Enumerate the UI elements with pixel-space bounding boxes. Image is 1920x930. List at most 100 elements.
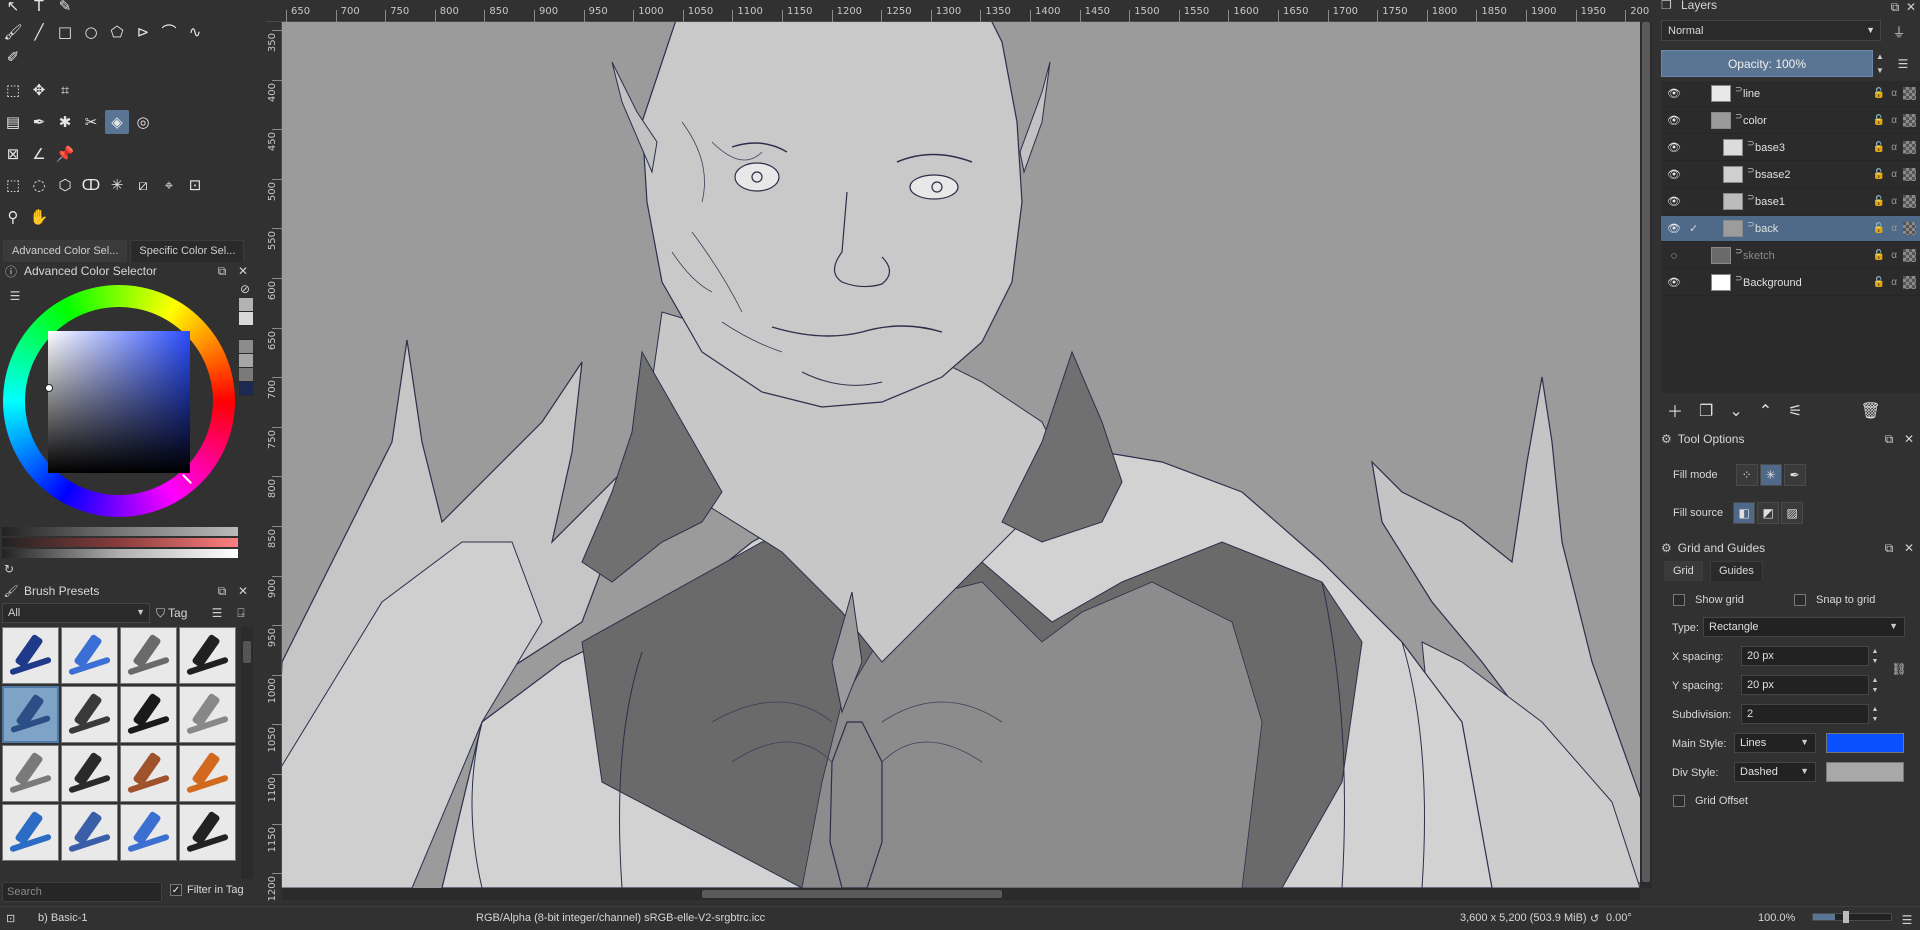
color-swatch[interactable] bbox=[239, 326, 253, 340]
eye-icon[interactable]: 👁 bbox=[1667, 195, 1681, 209]
grid-type-dropdown[interactable]: Rectangle ▼ bbox=[1703, 617, 1905, 637]
fill-fg-color-icon[interactable]: ◧ bbox=[1733, 502, 1756, 524]
layer-properties-icon[interactable]: ⚟ bbox=[1788, 401, 1802, 420]
close-icon[interactable]: ✕ bbox=[236, 264, 250, 278]
saturation-value-square[interactable] bbox=[48, 331, 190, 473]
color-swatch[interactable] bbox=[239, 340, 253, 354]
dynamic-brush-tool[interactable]: ✐ bbox=[1, 45, 25, 69]
layer-row-base1[interactable]: 👁 ⊃ base1 🔓 α bbox=[1661, 189, 1920, 215]
rectangle-tool[interactable]: □ bbox=[53, 20, 77, 44]
alpha-lock-icon[interactable]: α bbox=[1891, 88, 1897, 99]
layer-row-bsase2[interactable]: 👁 ⊃ bsase2 🔓 α bbox=[1661, 162, 1920, 188]
freehand-brush-tool[interactable]: 🖌 bbox=[1, 20, 25, 44]
close-icon[interactable]: ✕ bbox=[1904, 0, 1918, 14]
zoom-tool[interactable]: ⚲ bbox=[1, 205, 25, 229]
fill-similar-icon[interactable]: ✳ bbox=[1759, 464, 1782, 486]
tag-button[interactable]: ⛉ Tag bbox=[156, 603, 187, 623]
lock-icon[interactable]: 🔓 bbox=[1873, 223, 1885, 234]
brush-marker[interactable] bbox=[120, 686, 177, 743]
fill-bg-color-icon[interactable]: ◩ bbox=[1757, 502, 1780, 524]
color-picker-handle[interactable] bbox=[45, 384, 53, 392]
layer-menu-icon[interactable]: ☰ bbox=[1896, 57, 1910, 71]
eye-icon[interactable]: 👁 bbox=[1667, 222, 1681, 236]
filter-icon[interactable]: ⏚ bbox=[1892, 24, 1906, 41]
edit-shapes-tool[interactable]: ✎ bbox=[53, 0, 77, 18]
select-shapes-tool[interactable]: ↖ bbox=[1, 0, 25, 18]
duplicate-layer-icon[interactable]: ❐ bbox=[1699, 401, 1713, 420]
brush-pencil-blue[interactable] bbox=[2, 804, 59, 861]
brush-ink-pen[interactable] bbox=[179, 627, 236, 684]
close-icon[interactable]: ✕ bbox=[236, 584, 250, 598]
float-panel-icon[interactable]: ⧉ bbox=[215, 584, 229, 598]
color-swatch[interactable] bbox=[239, 312, 253, 326]
polygonal-selection-tool[interactable]: ⬡ bbox=[53, 173, 77, 197]
brush-blender[interactable] bbox=[120, 627, 177, 684]
inherit-alpha-icon[interactable] bbox=[1903, 141, 1916, 154]
assistant-tool[interactable]: ⊠ bbox=[1, 142, 25, 166]
inherit-alpha-icon[interactable] bbox=[1903, 276, 1916, 289]
fill-pattern-icon[interactable]: ▨ bbox=[1781, 502, 1804, 524]
eye-closed-icon[interactable]: ◌ bbox=[1667, 249, 1681, 263]
y-spacing-spinner[interactable]: ▲ ▼ bbox=[1870, 675, 1880, 695]
eye-icon[interactable]: 👁 bbox=[1667, 168, 1681, 182]
float-panel-icon[interactable]: ⧉ bbox=[1882, 541, 1896, 555]
lock-icon[interactable]: 🔓 bbox=[1873, 250, 1885, 261]
brush-scrollbar[interactable] bbox=[241, 627, 253, 879]
lock-icon[interactable]: 🔓 bbox=[1873, 277, 1885, 288]
alpha-lock-icon[interactable]: α bbox=[1891, 250, 1897, 261]
snap-to-grid-checkbox[interactable]: Snap to grid bbox=[1794, 594, 1875, 606]
similar-selection-tool[interactable]: ⧄ bbox=[131, 173, 155, 197]
inherit-alpha-icon[interactable] bbox=[1903, 168, 1916, 181]
zoom-slider[interactable] bbox=[1812, 911, 1892, 923]
brush-airbrush[interactable] bbox=[179, 686, 236, 743]
lightness-slider[interactable] bbox=[2, 549, 238, 558]
settings-list-icon[interactable]: ☰ bbox=[8, 289, 22, 303]
polyline-tool[interactable]: ⊳ bbox=[131, 20, 155, 44]
drawing-canvas[interactable] bbox=[282, 22, 1640, 888]
pan-tool[interactable]: ✋ bbox=[27, 205, 51, 229]
layer-row-line[interactable]: 👁 ⊃ line 🔓 α bbox=[1661, 81, 1920, 107]
tab-advanced-color-selector[interactable]: Advanced Color Sel... bbox=[3, 240, 128, 262]
eye-icon[interactable]: 👁 bbox=[1667, 87, 1681, 101]
layer-row-base3[interactable]: 👁 ⊃ base3 🔓 α bbox=[1661, 135, 1920, 161]
fill-tool[interactable]: ◈ bbox=[105, 110, 129, 134]
alpha-lock-icon[interactable]: α bbox=[1891, 115, 1897, 126]
ellipse-tool[interactable]: ○ bbox=[79, 20, 103, 44]
brush-eraser-hard[interactable] bbox=[61, 627, 118, 684]
elliptical-selection-tool[interactable]: ◌ bbox=[27, 173, 51, 197]
close-icon[interactable]: ✕ bbox=[1902, 541, 1916, 555]
x-spacing-spinner[interactable]: ▲ ▼ bbox=[1870, 646, 1880, 666]
reset-color-icon[interactable]: ⊘ bbox=[238, 282, 252, 296]
color-picker-tool[interactable]: ✒ bbox=[27, 110, 51, 134]
brush-search-input[interactable]: Search bbox=[2, 882, 162, 902]
add-layer-icon[interactable]: ＋ bbox=[1667, 398, 1683, 422]
brush-basic-2[interactable] bbox=[61, 686, 118, 743]
main-style-dropdown[interactable]: Lines ▼ bbox=[1734, 733, 1816, 753]
tab-guides[interactable]: Guides bbox=[1710, 561, 1763, 581]
rectangular-selection-tool[interactable]: ⬚ bbox=[1, 173, 25, 197]
alpha-lock-icon[interactable]: α bbox=[1891, 169, 1897, 180]
brush-basic-1[interactable] bbox=[2, 686, 59, 743]
lock-icon[interactable]: 🔓 bbox=[1873, 88, 1885, 99]
brush-pencil-soft[interactable] bbox=[2, 745, 59, 802]
brush-preview-icon[interactable]: ⊡ bbox=[6, 912, 15, 925]
lock-icon[interactable]: 🔓 bbox=[1873, 169, 1885, 180]
div-style-dropdown[interactable]: Dashed ▼ bbox=[1734, 762, 1816, 782]
brush-paint-brush[interactable] bbox=[120, 745, 177, 802]
subdivision-input[interactable]: 2 bbox=[1741, 704, 1869, 724]
fill-boundary-icon[interactable]: ✒ bbox=[1783, 464, 1806, 486]
vertical-scrollbar[interactable] bbox=[1640, 22, 1652, 888]
color-swatch[interactable] bbox=[239, 368, 253, 382]
opacity-spinner[interactable]: ▲ ▼ bbox=[1875, 50, 1885, 77]
move-up-icon[interactable]: ⌃ bbox=[1759, 401, 1772, 420]
brush-ink-brush[interactable] bbox=[61, 745, 118, 802]
delete-layer-icon[interactable]: 🗑 bbox=[1861, 401, 1881, 420]
value-slider[interactable] bbox=[2, 527, 238, 536]
enclose-fill-tool[interactable]: ◎ bbox=[131, 110, 155, 134]
text-tool[interactable]: T bbox=[27, 0, 51, 18]
x-spacing-input[interactable]: 20 px bbox=[1741, 646, 1869, 666]
bezier-curve-tool[interactable]: ⌒ bbox=[157, 20, 181, 44]
alpha-lock-icon[interactable]: α bbox=[1891, 142, 1897, 153]
layer-row-color[interactable]: 👁 ⊃ color 🔓 α bbox=[1661, 108, 1920, 134]
move-down-icon[interactable]: ⌄ bbox=[1729, 401, 1742, 420]
